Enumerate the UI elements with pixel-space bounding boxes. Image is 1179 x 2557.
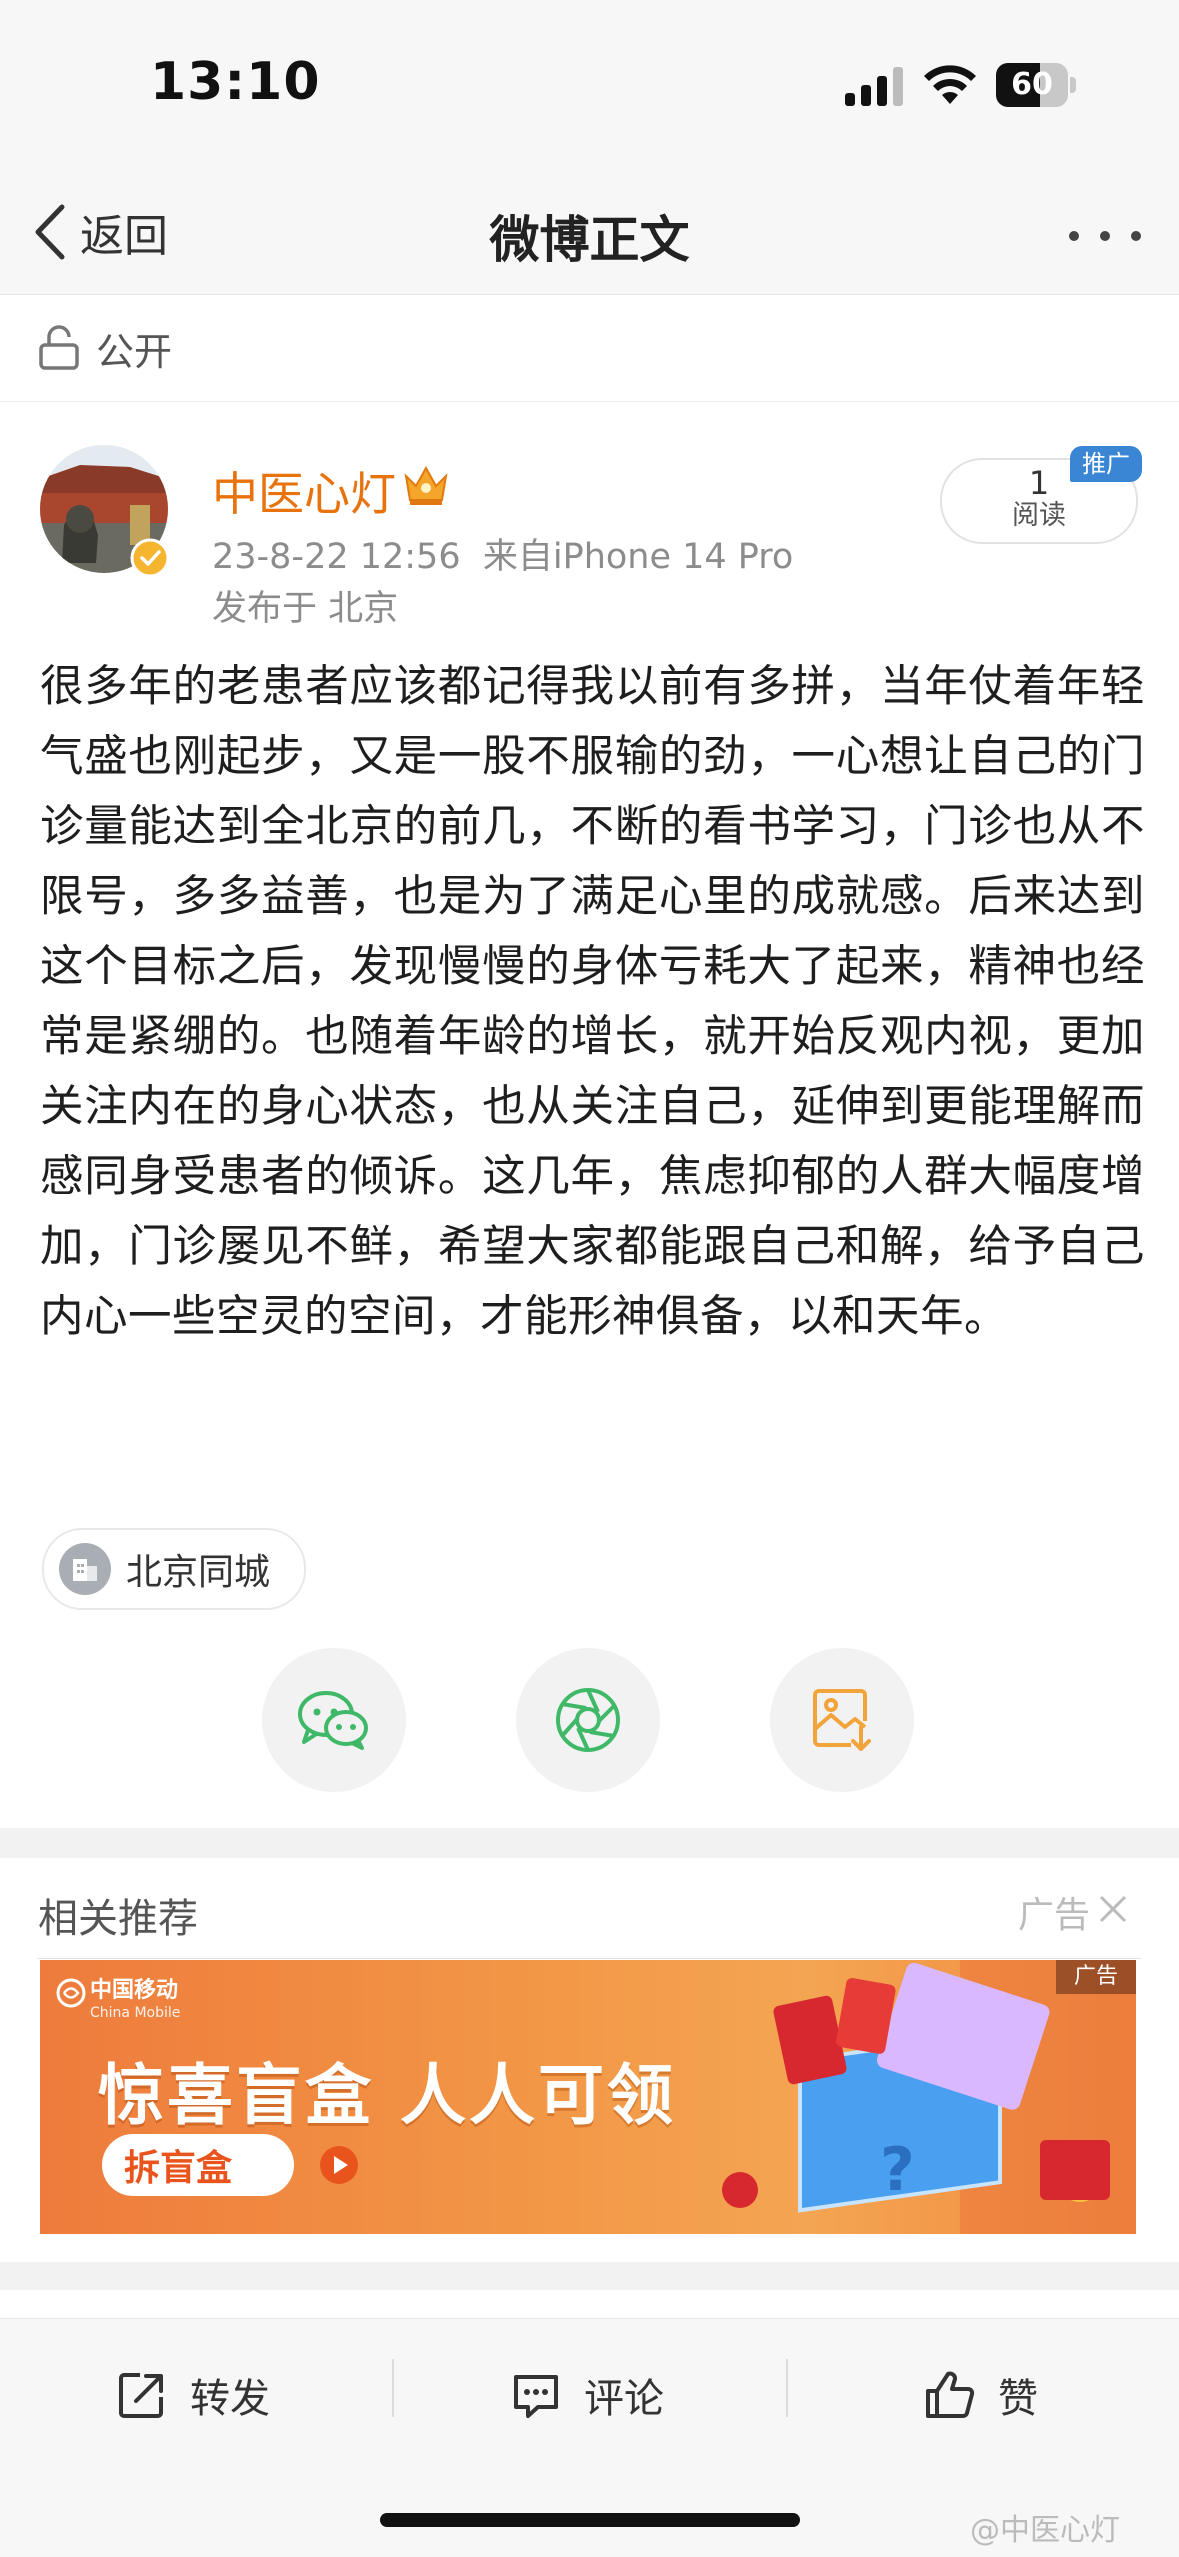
back-label: 返回 xyxy=(80,211,168,262)
action-bar: 转发 评论 赞 @中医心灯 xyxy=(0,2318,1179,2557)
post-timestamp: 23-8-22 12:56 xyxy=(212,537,461,577)
battery-icon: 60 xyxy=(996,63,1078,107)
ad-brand-cn: 中国移动 xyxy=(90,1978,179,2003)
read-label: 阅读 xyxy=(1012,500,1066,531)
repost-icon xyxy=(119,2373,163,2418)
post-text: 很多年的老患者应该都记得我以前有多拼，当年仗着年轻气盛也刚起步，又是一股不服输的… xyxy=(40,662,1145,1342)
topic-label: 北京同城 xyxy=(126,1552,271,1593)
verified-badge-icon xyxy=(130,538,170,578)
ad-brand-en: China Mobile xyxy=(90,2005,181,2021)
svg-text:?: ? xyxy=(880,2135,915,2205)
repost-label: 转发 xyxy=(190,2376,270,2422)
watermark: @中医心灯 xyxy=(970,2513,1120,2548)
close-icon[interactable] xyxy=(1096,1892,1130,1926)
divider xyxy=(38,1958,1141,1959)
cellular-signal-icon xyxy=(845,67,903,106)
play-arrow-icon xyxy=(320,2146,358,2184)
ad-label: 广告 xyxy=(1018,1895,1091,1936)
post-source: 来自iPhone 14 Pro xyxy=(482,537,794,577)
ad-cta-button[interactable]: 拆盲盒 xyxy=(102,2134,358,2196)
battery-level: 60 xyxy=(1011,67,1053,102)
ad-brand: 中国移动 China Mobile xyxy=(90,1980,180,2024)
share-wechat-button[interactable] xyxy=(262,1648,406,1792)
more-options-icon[interactable] xyxy=(1060,206,1150,266)
ad-cta-label: 拆盲盒 xyxy=(124,2148,233,2189)
author-name[interactable]: 中医心灯 xyxy=(212,458,396,524)
page-title: 微博正文 xyxy=(489,211,690,269)
ad-tag: 广告 xyxy=(1056,1960,1136,1994)
topic-chip[interactable]: 北京同城 xyxy=(42,1528,307,1610)
share-moments-button[interactable] xyxy=(516,1648,660,1792)
ad-headline: 惊喜盲盒 人人可领 xyxy=(98,2057,676,2134)
wifi-icon xyxy=(924,65,976,104)
status-bar: 13:10 60 xyxy=(0,0,1179,170)
promote-badge[interactable]: 推广 xyxy=(1070,446,1142,482)
post-meta: 23-8-22 12:56 来自iPhone 14 Pro xyxy=(212,528,793,579)
wechat-icon xyxy=(298,1691,368,1750)
repost-button[interactable]: 转发 xyxy=(116,2355,270,2435)
image-download-icon xyxy=(813,1689,871,1751)
building-icon xyxy=(59,1543,111,1595)
vip-crown-icon[interactable] xyxy=(402,462,450,508)
nav-bar: 微博正文 返回 xyxy=(0,170,1179,295)
divider xyxy=(392,2359,394,2417)
status-time: 13:10 xyxy=(150,52,321,112)
section-divider xyxy=(0,2262,1179,2290)
camera-aperture-icon xyxy=(556,1688,620,1752)
visibility-label: 公开 xyxy=(96,329,173,374)
save-image-button[interactable] xyxy=(770,1648,914,1792)
comment-button[interactable]: 评论 xyxy=(510,2355,664,2435)
unlock-icon xyxy=(39,325,79,370)
comment-icon xyxy=(514,2375,558,2418)
back-button[interactable]: 返回 xyxy=(30,192,168,272)
visibility-row[interactable]: 公开 xyxy=(0,295,1179,402)
home-indicator[interactable] xyxy=(380,2513,800,2527)
comment-label: 评论 xyxy=(584,2376,664,2422)
related-title: 相关推荐 xyxy=(38,1896,198,1942)
chevron-left-icon xyxy=(35,204,65,260)
section-divider xyxy=(0,1828,1179,1858)
thumbs-up-icon xyxy=(926,2371,975,2418)
ad-banner[interactable]: ? 中国移动 China Mobile 惊喜盲盒 人人可领 拆盲盒 广告 xyxy=(40,1960,1136,2234)
like-label: 赞 xyxy=(998,2376,1038,2422)
like-button[interactable]: 赞 xyxy=(924,2355,1038,2435)
china-mobile-logo-icon xyxy=(56,1978,86,2008)
divider xyxy=(786,2359,788,2417)
post-location: 发布于 北京 xyxy=(212,589,399,629)
gift-box-illustration: ? xyxy=(722,1960,1136,2234)
